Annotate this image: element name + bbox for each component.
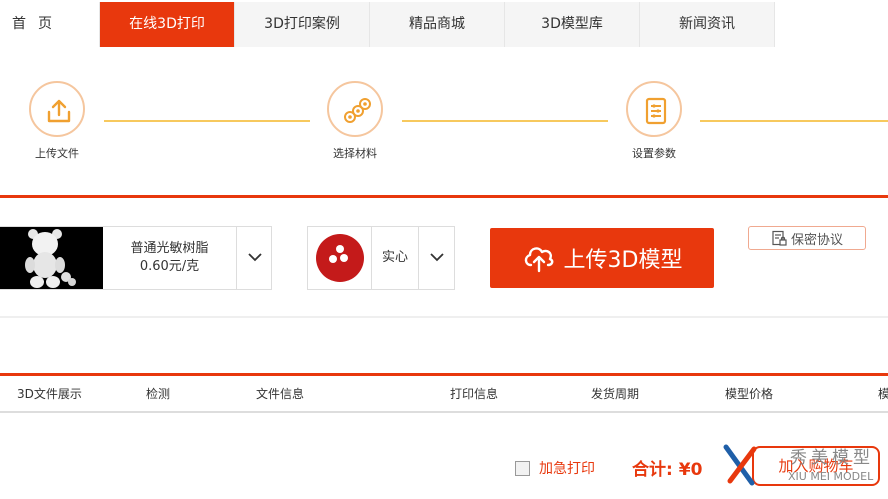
step-label: 设置参数	[632, 147, 676, 160]
upload-3d-model-button[interactable]: 上传3D模型	[490, 228, 714, 288]
top-nav: 首页 在线3D打印 3D打印案例 精品商城 3D模型库 新闻资讯	[0, 0, 888, 48]
step-connector	[104, 120, 310, 122]
upload-button-label: 上传3D模型	[563, 248, 683, 273]
rush-print-checkbox[interactable]	[515, 460, 530, 476]
watermark-en-text: XIU MEI MODEL	[788, 470, 874, 483]
material-thumbnail	[0, 227, 103, 289]
fill-label: 实心	[381, 250, 408, 265]
chevron-down-icon	[248, 253, 262, 262]
print-config: 普通光敏树脂 0.60元/克 实心 上传3D模型 保密协议	[0, 198, 888, 318]
bear-figurine-image	[0, 227, 103, 289]
fill-dropdown-button[interactable]	[418, 227, 454, 289]
column-header: 检测	[146, 387, 171, 401]
material-info: 普通光敏树脂 0.60元/克	[103, 227, 236, 289]
total-label: 合计:	[632, 460, 673, 480]
column-header: 模型价格	[725, 387, 774, 401]
watermark-x-icon	[723, 444, 757, 486]
material-price: 0.60元/克	[139, 259, 200, 274]
step-circle	[626, 81, 682, 137]
solid-fill-icon	[316, 234, 364, 282]
settings-list-icon	[645, 97, 667, 125]
column-header: 发货周期	[591, 387, 640, 401]
nav-tab-news[interactable]: 新闻资讯	[640, 2, 775, 47]
step-label: 上传文件	[35, 147, 79, 160]
step-connector	[700, 120, 888, 122]
step-set-params: 设置参数	[614, 81, 694, 161]
material-dropdown-button[interactable]	[236, 227, 272, 289]
privacy-label: 保密协议	[790, 232, 843, 248]
nav-tab-home[interactable]: 首页	[0, 2, 100, 47]
watermark-cn-text: 秀美模型	[790, 448, 874, 468]
rush-print-option[interactable]: 加急打印	[515, 458, 595, 478]
order-footer: 加急打印 合计: ¥0 加入购物车 秀美模型 XIU MEI MODEL	[0, 413, 888, 499]
step-circle	[29, 81, 85, 137]
step-connector	[402, 120, 608, 122]
step-select-material: 选择材料	[315, 81, 395, 161]
file-table-header: 3D文件展示 检测 文件信息 打印信息 发货周期 模型价格 模	[0, 373, 888, 413]
step-upload-file: 上传文件	[17, 81, 97, 161]
column-header: 文件信息	[256, 387, 305, 401]
column-header: 打印信息	[450, 387, 499, 401]
material-selector[interactable]: 普通光敏树脂 0.60元/克	[0, 226, 272, 290]
step-label: 选择材料	[333, 147, 377, 160]
material-rolls-icon	[344, 98, 371, 123]
upload-icon	[47, 99, 71, 123]
progress-steps: 上传文件 选择材料 设置参数	[0, 48, 888, 198]
column-header: 模	[878, 387, 888, 401]
fill-icon-wrap	[308, 227, 372, 289]
privacy-agreement-button[interactable]: 保密协议	[748, 226, 866, 250]
document-lock-icon	[772, 230, 787, 246]
column-header: 3D文件展示	[17, 387, 82, 401]
nav-tab-model-library[interactable]: 3D模型库	[505, 2, 640, 47]
cloud-upload-icon	[524, 247, 553, 273]
material-name: 普通光敏树脂	[130, 241, 209, 256]
watermark-logo: 秀美模型 XIU MEI MODEL	[722, 441, 882, 499]
chevron-down-icon	[430, 253, 444, 262]
nav-tab-shop[interactable]: 精品商城	[370, 2, 505, 47]
rush-print-label: 加急打印	[539, 461, 595, 477]
step-circle	[327, 81, 383, 137]
order-total: 合计: ¥0	[632, 455, 702, 480]
nav-tab-3d-print-cases[interactable]: 3D打印案例	[235, 2, 370, 47]
fill-selector[interactable]: 实心	[307, 226, 455, 290]
total-value: ¥0	[678, 460, 703, 480]
nav-tab-online-3d-print[interactable]: 在线3D打印	[100, 2, 235, 47]
